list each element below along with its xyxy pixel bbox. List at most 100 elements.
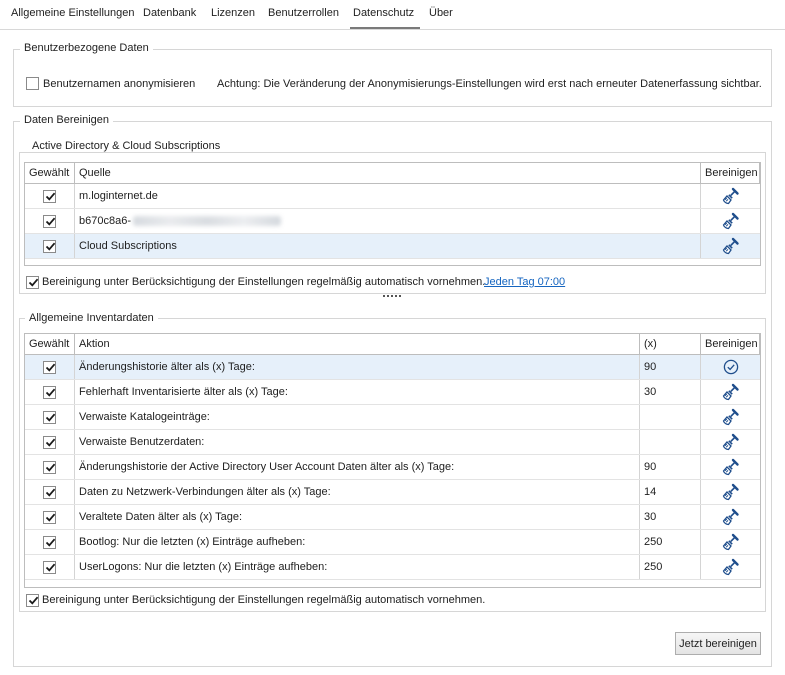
column-header-action[interactable]: Aktion	[75, 334, 640, 354]
anonymize-checkbox[interactable]	[26, 77, 39, 90]
row-select-checkbox[interactable]	[43, 510, 56, 524]
checkmark-icon	[45, 363, 56, 372]
inventory-auto-cleanup-checkbox[interactable]	[26, 594, 39, 607]
table-row[interactable]: UserLogons: Nur die letzten (x) Einträge…	[25, 555, 760, 580]
x-value-cell[interactable]	[640, 430, 701, 454]
table-row[interactable]: Veraltete Daten älter als (x) Tage: 30	[25, 505, 760, 530]
x-value-cell[interactable]: 250	[640, 530, 701, 554]
checkmark-icon	[45, 488, 56, 497]
action-cell: UserLogons: Nur die letzten (x) Einträge…	[75, 555, 640, 579]
broom-icon[interactable]	[722, 558, 740, 576]
checkmark-icon	[45, 242, 56, 251]
clean-now-button[interactable]: Jetzt bereinigen	[675, 632, 761, 655]
row-select-cell	[25, 209, 75, 233]
tab-datenschutz[interactable]: Datenschutz	[353, 7, 414, 19]
splitter-handle[interactable]	[381, 293, 403, 299]
row-select-checkbox[interactable]	[43, 535, 56, 549]
x-value-cell[interactable]: 250	[640, 555, 701, 579]
x-value-cell[interactable]: 14	[640, 480, 701, 504]
x-value[interactable]: 30	[644, 386, 656, 398]
row-select-cell	[25, 380, 75, 404]
clean-cell	[701, 505, 760, 529]
action-label: UserLogons: Nur die letzten (x) Einträge…	[79, 561, 328, 573]
row-select-checkbox[interactable]	[43, 560, 56, 574]
check-circle-icon[interactable]	[723, 359, 739, 375]
clean-cell	[701, 209, 760, 233]
action-cell: Verwaiste Benutzerdaten:	[75, 430, 640, 454]
x-value[interactable]: 30	[644, 511, 656, 523]
table-row[interactable]: Verwaiste Katalogeinträge:	[25, 405, 760, 430]
row-select-cell	[25, 505, 75, 529]
row-select-cell	[25, 355, 75, 379]
broom-icon[interactable]	[722, 408, 740, 426]
ad-table-header: Gewählt Quelle Bereinigen	[25, 163, 760, 184]
table-row[interactable]: Änderungshistorie der Active Directory U…	[25, 455, 760, 480]
broom-icon[interactable]	[722, 212, 740, 230]
x-value-cell[interactable]: 30	[640, 505, 701, 529]
x-value[interactable]: 90	[644, 461, 656, 473]
broom-icon[interactable]	[722, 458, 740, 476]
row-select-cell	[25, 530, 75, 554]
column-header-clean[interactable]: Bereinigen	[701, 163, 760, 183]
broom-icon[interactable]	[722, 433, 740, 451]
action-label: Veraltete Daten älter als (x) Tage:	[79, 511, 243, 523]
schedule-link[interactable]: Jeden Tag 07:00	[484, 276, 565, 288]
table-row[interactable]: Verwaiste Benutzerdaten:	[25, 430, 760, 455]
broom-icon[interactable]	[722, 383, 740, 401]
source-cell: m.loginternet.de	[75, 184, 701, 208]
tab-allgemeine-einstellungen[interactable]: Allgemeine Einstellungen	[11, 7, 135, 19]
source-label: b670c8a6-	[79, 215, 131, 227]
inventory-table: Gewählt Aktion (x) Bereinigen Änderungsh…	[24, 333, 761, 588]
x-value[interactable]: 14	[644, 486, 656, 498]
row-select-checkbox[interactable]	[43, 214, 56, 228]
row-select-cell	[25, 480, 75, 504]
action-cell: Verwaiste Katalogeinträge:	[75, 405, 640, 429]
broom-icon[interactable]	[722, 483, 740, 501]
clean-cell	[701, 555, 760, 579]
x-value-cell[interactable]: 30	[640, 380, 701, 404]
action-label: Verwaiste Katalogeinträge:	[79, 411, 210, 423]
table-row[interactable]: Fehlerhaft Inventarisierte älter als (x)…	[25, 380, 760, 405]
row-select-checkbox[interactable]	[43, 360, 56, 374]
tab-datenbank[interactable]: Datenbank	[143, 7, 196, 19]
broom-icon[interactable]	[722, 187, 740, 205]
row-select-checkbox[interactable]	[43, 435, 56, 449]
table-row[interactable]: Cloud Subscriptions	[25, 234, 760, 259]
row-select-checkbox[interactable]	[43, 239, 56, 253]
checkmark-icon	[45, 388, 56, 397]
x-value-cell[interactable]	[640, 405, 701, 429]
action-cell: Änderungshistorie der Active Directory U…	[75, 455, 640, 479]
broom-icon[interactable]	[722, 508, 740, 526]
table-row[interactable]: Änderungshistorie älter als (x) Tage: 90	[25, 355, 760, 380]
column-header-clean[interactable]: Bereinigen	[701, 334, 760, 354]
row-select-cell	[25, 234, 75, 258]
broom-icon[interactable]	[722, 237, 740, 255]
row-select-checkbox[interactable]	[43, 410, 56, 424]
x-value[interactable]: 90	[644, 361, 656, 373]
checkmark-icon	[45, 513, 56, 522]
x-value-cell[interactable]: 90	[640, 355, 701, 379]
table-row[interactable]: Bootlog: Nur die letzten (x) Einträge au…	[25, 530, 760, 555]
row-select-checkbox[interactable]	[43, 385, 56, 399]
broom-icon[interactable]	[722, 533, 740, 551]
table-row[interactable]: Daten zu Netzwerk-Verbindungen älter als…	[25, 480, 760, 505]
tab-ueber[interactable]: Über	[429, 7, 453, 19]
ad-auto-cleanup-checkbox[interactable]	[26, 276, 39, 289]
x-value[interactable]: 250	[644, 561, 662, 573]
table-row[interactable]: m.loginternet.de	[25, 184, 760, 209]
x-value-cell[interactable]: 90	[640, 455, 701, 479]
row-select-checkbox[interactable]	[43, 460, 56, 474]
x-value[interactable]: 250	[644, 536, 662, 548]
action-label: Änderungshistorie älter als (x) Tage:	[79, 361, 255, 373]
source-cell: Cloud Subscriptions	[75, 234, 701, 258]
column-header-x[interactable]: (x)	[640, 334, 701, 354]
column-header-source[interactable]: Quelle	[75, 163, 701, 183]
row-select-checkbox[interactable]	[43, 485, 56, 499]
tab-benutzerrollen[interactable]: Benutzerrollen	[268, 7, 339, 19]
table-row[interactable]: b670c8a6-	[25, 209, 760, 234]
column-header-selected[interactable]: Gewählt	[25, 163, 75, 183]
column-header-selected[interactable]: Gewählt	[25, 334, 75, 354]
action-cell: Veraltete Daten älter als (x) Tage:	[75, 505, 640, 529]
tab-lizenzen[interactable]: Lizenzen	[211, 7, 255, 19]
row-select-checkbox[interactable]	[43, 189, 56, 203]
